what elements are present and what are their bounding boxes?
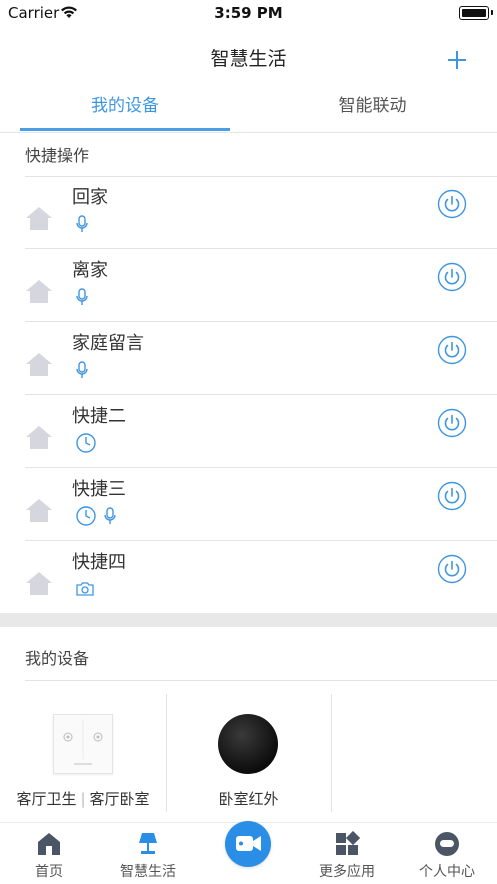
device-name-part1: 客厅卫生 (16, 790, 77, 808)
power-button[interactable] (437, 189, 467, 219)
video-camera-button[interactable] (225, 821, 271, 867)
power-button[interactable] (437, 262, 467, 292)
tabbar-label: 智慧生活 (120, 864, 176, 880)
quick-section-title: 快捷操作 (25, 146, 90, 165)
device-name: 卧室红外 (218, 790, 279, 808)
quick-action-row[interactable]: 离家 (0, 250, 497, 322)
ir-remote-image (218, 714, 278, 774)
tabbar-label: 更多应用 (319, 864, 375, 880)
active-tab-indicator (20, 128, 230, 131)
devices-section-divider (25, 680, 497, 681)
quick-action-title: 快捷四 (72, 552, 126, 573)
row-divider (25, 540, 497, 541)
tabbar-more-apps[interactable]: 更多应用 (302, 823, 392, 884)
row-divider (25, 321, 497, 322)
home-icon (38, 833, 60, 855)
wall-switch-image (53, 714, 113, 774)
clock-icon (75, 505, 97, 531)
trigger-tags (75, 215, 89, 237)
home-icon (26, 207, 52, 230)
clock-icon (75, 432, 97, 458)
tabbar-profile[interactable]: 个人中心 (402, 823, 492, 884)
power-button[interactable] (437, 408, 467, 438)
trigger-tags (75, 505, 117, 531)
mic-icon (103, 507, 117, 529)
tab-smart-linkage[interactable]: 智能联动 (260, 84, 485, 130)
quick-action-title: 家庭留言 (72, 333, 144, 354)
page-title: 智慧生活 (210, 48, 287, 70)
tab-my-devices[interactable]: 我的设备 (20, 84, 230, 130)
quick-action-row[interactable]: 回家 (0, 177, 497, 249)
quick-action-row[interactable]: 快捷三 (0, 469, 497, 541)
wall-switch-buttons (63, 719, 103, 765)
device-card-bedroom-ir[interactable]: 卧室红外 (166, 694, 332, 812)
mic-icon (75, 288, 89, 310)
tabbar-smart-life[interactable]: 智慧生活 (103, 823, 193, 884)
camera-icon (75, 581, 95, 601)
lamp-icon (139, 833, 157, 854)
row-divider (25, 248, 497, 249)
quick-action-row[interactable]: 快捷四 (0, 542, 497, 614)
quick-action-title: 回家 (72, 187, 108, 208)
bottom-tab-bar: 首页 智慧生活 更多应用 个人中心 (0, 821, 497, 884)
device-name: 客厅卫生 | 客厅卧室 (0, 788, 166, 809)
trigger-tags (75, 580, 95, 602)
home-icon (26, 280, 52, 303)
trigger-tags (75, 288, 89, 310)
profile-icon (435, 832, 459, 856)
row-divider (25, 394, 497, 395)
tabbar-home[interactable]: 首页 (4, 823, 94, 884)
device-name-separator: | (80, 790, 86, 808)
video-camera-icon (236, 836, 261, 851)
home-icon (26, 499, 52, 522)
status-time: 3:59 PM (214, 4, 283, 22)
device-name-part2: 客厅卧室 (89, 790, 150, 808)
trigger-tags (75, 361, 89, 383)
quick-action-title: 快捷二 (72, 406, 126, 427)
home-icon (26, 572, 52, 595)
devices-section-title: 我的设备 (25, 649, 90, 668)
navigation-bar: 智慧生活 (0, 28, 497, 84)
mic-icon (75, 215, 89, 237)
add-button[interactable] (445, 48, 469, 72)
quick-action-title: 快捷三 (72, 479, 126, 500)
battery-icon (459, 6, 489, 20)
tabbar-label: 个人中心 (419, 864, 475, 880)
device-card-living-room-switch[interactable]: 客厅卫生 | 客厅卧室 (0, 694, 167, 812)
home-icon (26, 426, 52, 449)
quick-action-row[interactable]: 家庭留言 (0, 323, 497, 395)
power-button[interactable] (437, 335, 467, 365)
mic-icon (75, 361, 89, 383)
row-divider (25, 467, 497, 468)
home-icon (26, 353, 52, 376)
battery-nub (491, 10, 493, 15)
status-bar: Carrier 3:59 PM (0, 0, 497, 28)
quick-action-title: 离家 (72, 260, 108, 281)
power-button[interactable] (437, 554, 467, 584)
tabbar-label: 首页 (35, 864, 63, 880)
section-separator (0, 613, 497, 627)
trigger-tags (75, 432, 97, 458)
power-button[interactable] (437, 481, 467, 511)
apps-grid-icon (336, 831, 360, 855)
segment-tabs: 我的设备 智能联动 (0, 84, 497, 133)
quick-action-row[interactable]: 快捷二 (0, 396, 497, 468)
